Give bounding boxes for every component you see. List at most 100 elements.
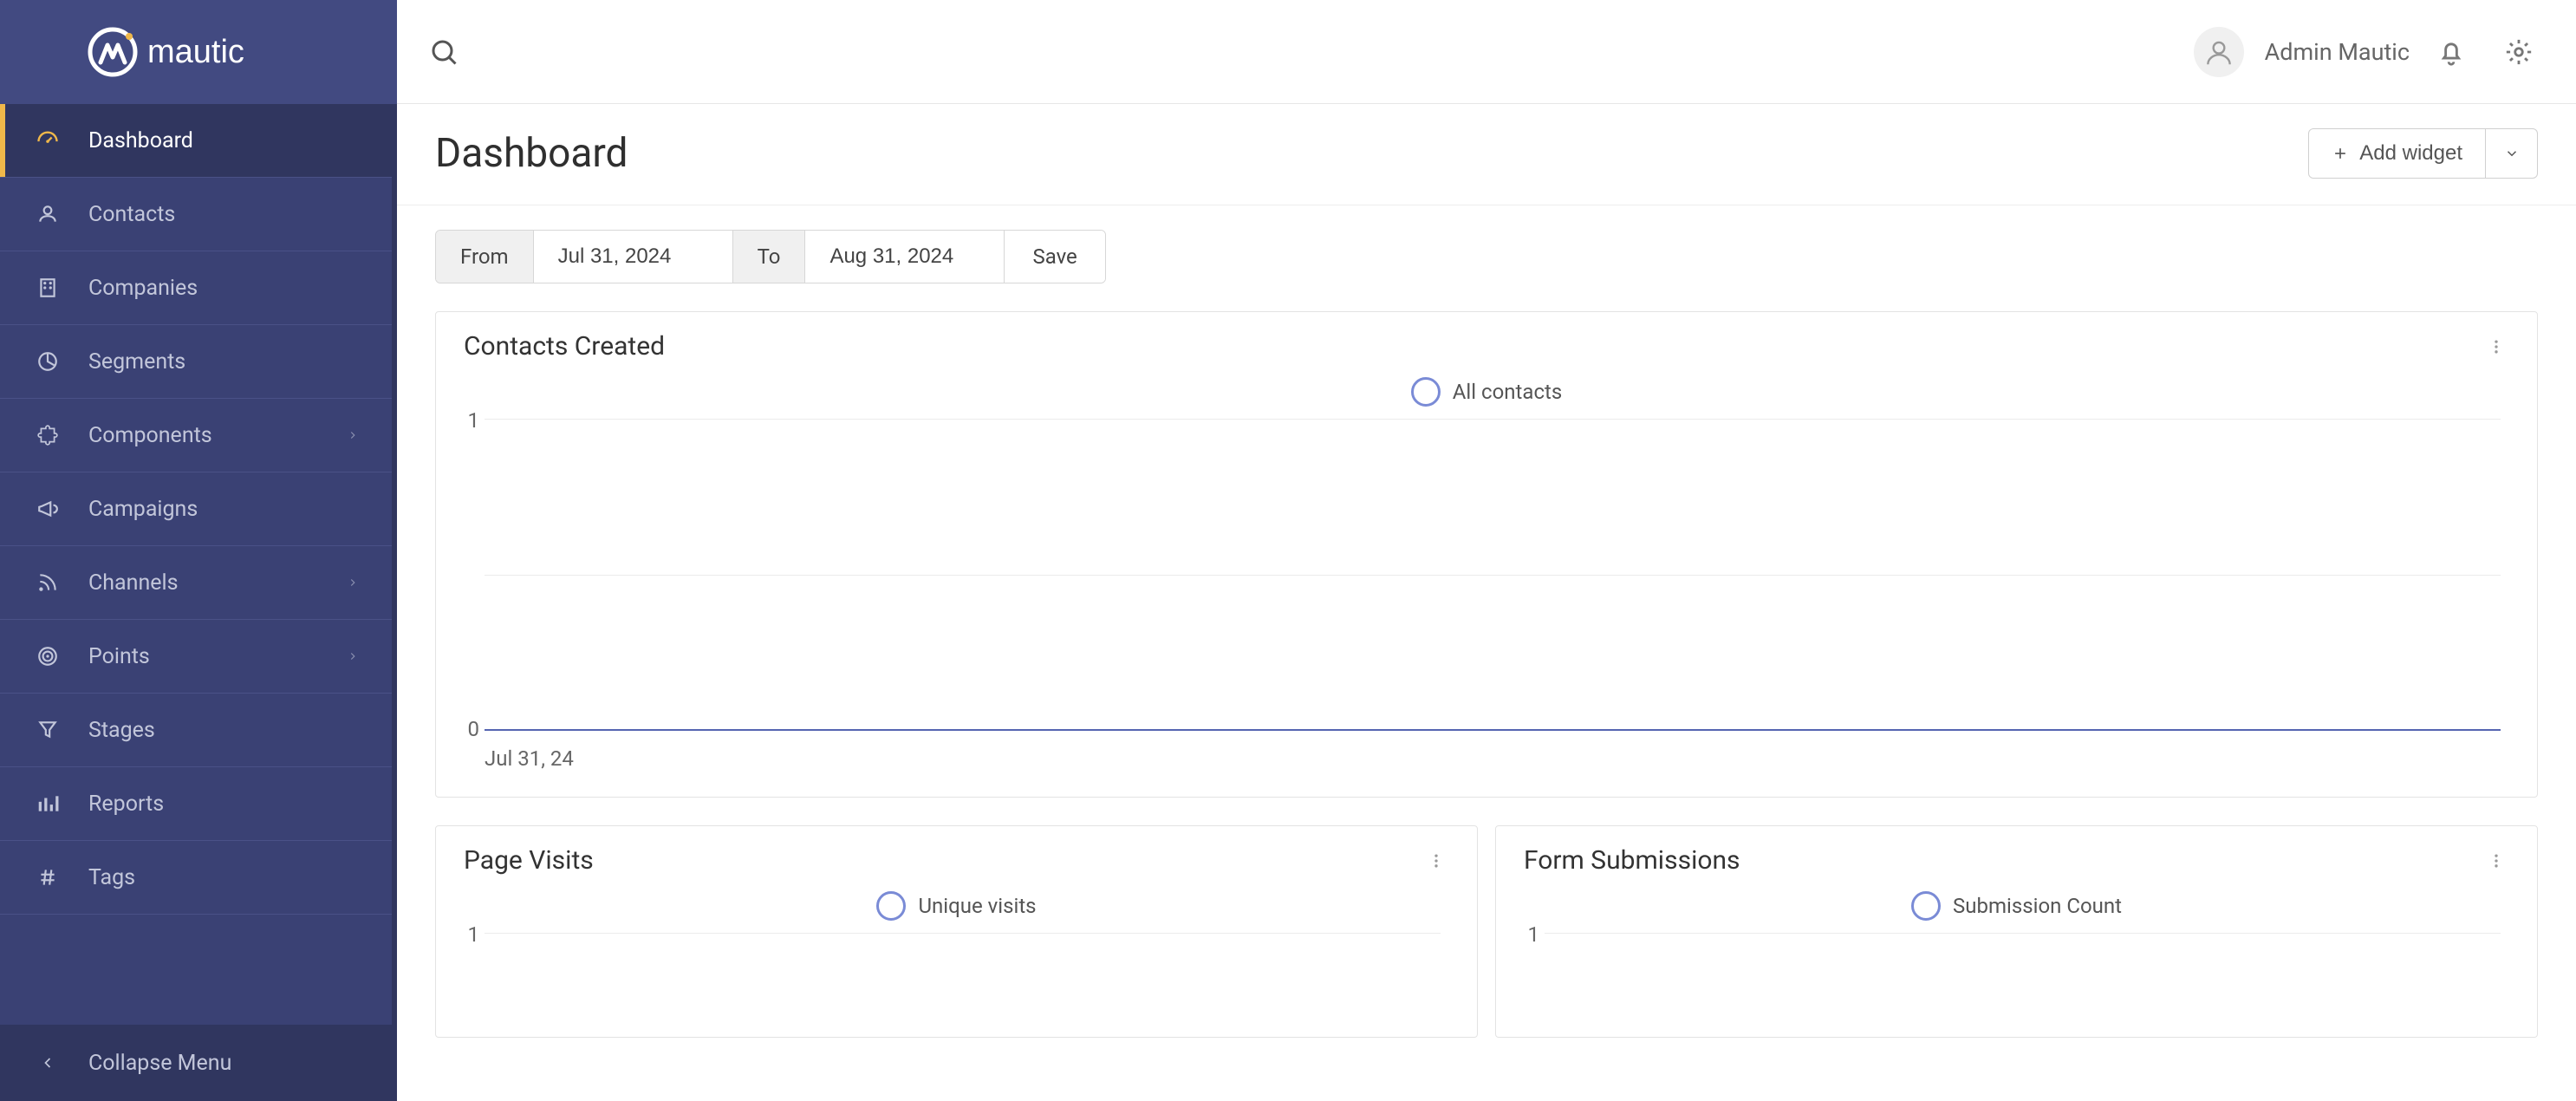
x-tick-label: Jul 31, 24 xyxy=(485,746,2501,771)
date-range-filter: From To Save xyxy=(435,230,1106,283)
sidebar-item-segments[interactable]: Segments xyxy=(0,325,392,399)
content: From To Save Contacts Created All contac… xyxy=(397,205,2576,1101)
from-date-input[interactable] xyxy=(534,231,733,283)
chevron-right-icon xyxy=(347,650,359,662)
dots-vertical-icon xyxy=(1428,852,1445,870)
header-actions: Add widget xyxy=(2308,128,2538,179)
sidebar: mautic Dashboard Contacts Companies Segm… xyxy=(0,0,397,1101)
sidebar-item-dashboard[interactable]: Dashboard xyxy=(0,104,392,178)
gridline xyxy=(485,933,1441,934)
plus-icon xyxy=(2332,145,2349,162)
y-tick-top: 1 xyxy=(468,922,480,947)
brand-logo[interactable]: mautic xyxy=(0,0,397,104)
collapse-menu-button[interactable]: Collapse Menu xyxy=(0,1025,397,1101)
chart-legend: Submission Count xyxy=(1496,891,2537,921)
legend-label: Unique visits xyxy=(918,894,1036,918)
user-menu[interactable]: Admin Mautic xyxy=(2194,27,2410,77)
sidebar-nav: Dashboard Contacts Companies Segments Co… xyxy=(0,104,397,1025)
main-area: Admin Mautic Dashboard Add widget xyxy=(397,0,2576,1101)
widget-title: Page Visits xyxy=(464,845,594,876)
sidebar-item-reports[interactable]: Reports xyxy=(0,767,392,841)
widget-menu-button[interactable] xyxy=(2483,338,2509,355)
sidebar-item-label: Contacts xyxy=(88,202,175,227)
bell-icon xyxy=(2436,37,2466,67)
avatar-icon xyxy=(2202,36,2235,68)
app-root: mautic Dashboard Contacts Companies Segm… xyxy=(0,0,2576,1101)
user-icon xyxy=(33,203,62,225)
funnel-icon xyxy=(33,719,62,741)
y-tick-top: 1 xyxy=(1528,922,1540,947)
legend-swatch-icon xyxy=(1411,377,1441,407)
chevron-left-icon xyxy=(33,1054,62,1072)
chart-grid: 1 xyxy=(485,933,1441,1011)
add-widget-button[interactable]: Add widget xyxy=(2308,128,2486,179)
svg-text:mautic: mautic xyxy=(147,34,244,70)
sidebar-item-label: Components xyxy=(88,423,212,448)
sidebar-item-label: Tags xyxy=(88,865,135,890)
chart-area: 1 xyxy=(1532,933,2501,1011)
sidebar-item-label: Reports xyxy=(88,792,164,817)
widget-form-submissions: Form Submissions Submission Count 1 xyxy=(1495,825,2538,1038)
chart-legend: All contacts xyxy=(436,377,2537,407)
page-title: Dashboard xyxy=(435,130,628,177)
sidebar-item-points[interactable]: Points xyxy=(0,620,392,694)
widget-title: Form Submissions xyxy=(1524,845,1740,876)
gear-icon xyxy=(2504,37,2534,67)
dots-vertical-icon xyxy=(2488,338,2505,355)
sidebar-item-stages[interactable]: Stages xyxy=(0,694,392,767)
target-icon xyxy=(33,645,62,668)
gauge-icon xyxy=(33,128,62,153)
rss-icon xyxy=(33,571,62,594)
page-header: Dashboard Add widget xyxy=(397,104,2576,205)
sidebar-item-label: Segments xyxy=(88,349,185,375)
building-icon xyxy=(33,277,62,299)
legend-label: Submission Count xyxy=(1953,894,2122,918)
chevron-down-icon xyxy=(2504,146,2520,161)
y-tick-bottom: 0 xyxy=(468,717,480,741)
sidebar-item-components[interactable]: Components xyxy=(0,399,392,472)
pie-icon xyxy=(33,350,62,373)
widget-menu-button[interactable] xyxy=(2483,852,2509,870)
legend-swatch-icon xyxy=(1911,891,1941,921)
sidebar-item-companies[interactable]: Companies xyxy=(0,251,392,325)
sidebar-item-channels[interactable]: Channels xyxy=(0,546,392,620)
collapse-menu-label: Collapse Menu xyxy=(88,1051,231,1076)
widget-header: Form Submissions xyxy=(1496,826,2537,881)
sidebar-item-label: Points xyxy=(88,644,150,669)
search-icon xyxy=(428,36,459,68)
puzzle-icon xyxy=(33,424,62,446)
gridline xyxy=(485,419,2501,420)
megaphone-icon xyxy=(33,498,62,520)
gridline xyxy=(485,575,2501,576)
widget-row: Page Visits Unique visits 1 xyxy=(435,825,2538,1038)
save-date-range-button[interactable]: Save xyxy=(1005,231,1104,283)
sidebar-item-campaigns[interactable]: Campaigns xyxy=(0,472,392,546)
widget-header: Page Visits xyxy=(436,826,1477,881)
add-widget-label: Add widget xyxy=(2359,141,2462,166)
to-date-input[interactable] xyxy=(805,231,1005,283)
chevron-right-icon xyxy=(347,429,359,441)
widget-contacts-created: Contacts Created All contacts 1 0 xyxy=(435,311,2538,798)
gridline xyxy=(1545,933,2501,934)
widget-menu-button[interactable] xyxy=(1423,852,1449,870)
mautic-logo-icon: mautic xyxy=(87,26,312,78)
y-tick-top: 1 xyxy=(468,408,480,433)
to-label: To xyxy=(733,231,806,283)
search-button[interactable] xyxy=(418,26,470,78)
legend-swatch-icon xyxy=(876,891,906,921)
settings-button[interactable] xyxy=(2493,26,2545,78)
chart-x-axis xyxy=(485,729,2501,731)
hash-icon xyxy=(33,866,62,889)
sidebar-item-label: Companies xyxy=(88,276,198,301)
chart-area: 1 xyxy=(472,933,1441,1011)
sidebar-item-label: Campaigns xyxy=(88,497,198,522)
chart-legend: Unique visits xyxy=(436,891,1477,921)
sidebar-item-contacts[interactable]: Contacts xyxy=(0,178,392,251)
add-widget-dropdown[interactable] xyxy=(2486,128,2538,179)
sidebar-item-tags[interactable]: Tags xyxy=(0,841,392,915)
sidebar-item-label: Channels xyxy=(88,570,179,596)
notifications-button[interactable] xyxy=(2425,26,2477,78)
barline-icon xyxy=(33,792,62,815)
widget-title: Contacts Created xyxy=(464,331,665,362)
topbar: Admin Mautic xyxy=(397,0,2576,104)
